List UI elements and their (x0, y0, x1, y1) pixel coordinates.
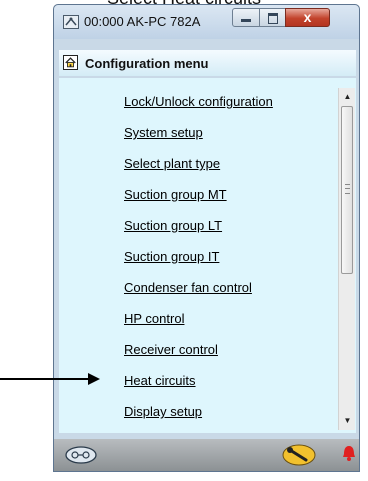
scroll-thumb[interactable] (341, 106, 353, 274)
title-bar[interactable]: 00:000 AK-PC 782A x (54, 5, 359, 39)
login-keys-icon[interactable] (64, 445, 98, 465)
maximize-button[interactable] (259, 8, 286, 27)
scroll-down-arrow[interactable]: ▼ (341, 414, 354, 427)
close-button[interactable]: x (285, 8, 330, 27)
menu-item-condenser-fan-control[interactable]: Condenser fan control (124, 280, 252, 298)
bottom-toolbar (54, 439, 359, 471)
window-title: 00:000 AK-PC 782A (84, 14, 201, 29)
menu-item-system-setup[interactable]: System setup (124, 125, 203, 143)
minimize-button[interactable] (232, 8, 260, 27)
page-title: Configuration menu (85, 56, 209, 71)
service-wrench-icon[interactable] (281, 443, 317, 467)
scroll-grip-icon (345, 184, 350, 194)
menu-item-suction-group-lt[interactable]: Suction group LT (124, 218, 222, 236)
ak-device-icon (63, 15, 79, 29)
menu-item-select-plant-type[interactable]: Select plant type (124, 156, 220, 174)
home-icon[interactable] (63, 55, 78, 70)
menu-item-display-setup[interactable]: Display setup (124, 404, 202, 422)
alarm-bell-icon[interactable] (342, 445, 356, 461)
app-window: 00:000 AK-PC 782A x Configuration menu L… (53, 4, 360, 472)
menu-item-heat-circuits[interactable]: Heat circuits (124, 373, 196, 391)
menu-item-suction-group-mt[interactable]: Suction group MT (124, 187, 227, 205)
menu-item-hp-control[interactable]: HP control (124, 311, 184, 329)
menu-item-suction-group-it[interactable]: Suction group IT (124, 249, 219, 267)
pointer-arrow-head (88, 373, 100, 385)
menu-header: Configuration menu (59, 50, 356, 76)
pointer-arrow-shaft (0, 378, 90, 380)
vertical-scrollbar[interactable]: ▲ ▼ (338, 88, 355, 430)
scroll-up-arrow[interactable]: ▲ (341, 90, 354, 103)
menu-item-lock-unlock-configuration[interactable]: Lock/Unlock configuration (124, 94, 273, 112)
close-icon: x (303, 9, 312, 25)
menu-item-receiver-control[interactable]: Receiver control (124, 342, 218, 360)
menu-panel: Lock/Unlock configuration System setup S… (59, 78, 356, 433)
